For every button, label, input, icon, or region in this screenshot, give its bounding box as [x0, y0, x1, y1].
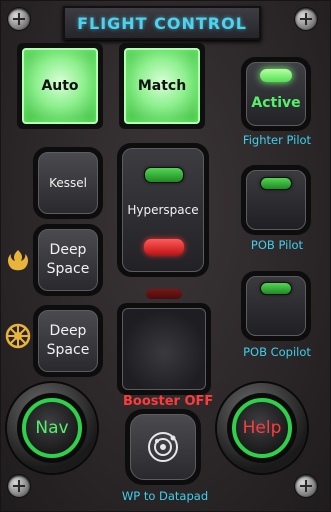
pob-copilot-label: POB Copilot — [243, 345, 311, 359]
help-label: Help — [242, 418, 282, 438]
help-button[interactable]: Help — [217, 383, 307, 473]
booster-button[interactable] — [117, 303, 211, 395]
match-button[interactable]: Match — [119, 43, 205, 129]
help-button-face: Help — [232, 398, 292, 458]
nav-label: Nav — [35, 418, 69, 438]
deep-space-empire-label-line2: Space — [46, 342, 90, 358]
screw-bottom-left-icon — [8, 475, 30, 497]
flight-control-panel: FLIGHT CONTROL Auto Match Active Fighter… — [0, 0, 331, 512]
match-button-face: Match — [124, 48, 200, 124]
match-button-label: Match — [137, 78, 187, 94]
panel-title: FLIGHT CONTROL — [77, 13, 247, 33]
title-bar: FLIGHT CONTROL — [63, 6, 261, 40]
deep-space-empire-label-line1: Deep — [49, 323, 87, 339]
screw-top-left-icon — [8, 8, 30, 30]
pob-copilot-indicator — [260, 282, 292, 295]
auto-button[interactable]: Auto — [17, 43, 103, 129]
deep-space-empire-button[interactable]: Deep Space — [33, 305, 103, 377]
booster-button-face — [122, 308, 206, 390]
orbit-datapad-icon — [148, 432, 178, 462]
wp-to-datapad-label: WP to Datapad — [121, 489, 209, 503]
kessel-button[interactable]: Kessel — [33, 147, 103, 219]
hyperspace-button[interactable]: Hyperspace — [117, 143, 209, 277]
active-label: Active — [251, 95, 301, 111]
deep-space-rebel-label-line1: Deep — [49, 242, 87, 258]
deep-space-empire-button-face: Deep Space — [38, 310, 98, 372]
pob-pilot-button[interactable] — [241, 165, 311, 235]
deep-space-rebel-button[interactable]: Deep Space — [33, 224, 103, 296]
pob-pilot-indicator — [260, 177, 292, 190]
deep-space-rebel-button-face: Deep Space — [38, 229, 98, 291]
hyperspace-label: Hyperspace — [127, 202, 199, 217]
fighter-pilot-label: Fighter Pilot — [242, 133, 312, 147]
kessel-button-face: Kessel — [38, 152, 98, 214]
booster-status-label: Booster OFF — [123, 394, 214, 409]
kessel-label: Kessel — [49, 175, 87, 190]
wp-to-datapad-button-face — [130, 414, 196, 480]
deep-space-rebel-label-line2: Space — [46, 261, 90, 277]
nav-button[interactable]: Nav — [7, 383, 97, 473]
nav-button-face: Nav — [22, 398, 82, 458]
hyperspace-green-indicator — [144, 167, 184, 183]
booster-indicator — [146, 289, 182, 299]
galactic-empire-icon — [5, 323, 31, 349]
auto-button-label: Auto — [41, 78, 79, 94]
fighter-pilot-indicator — [260, 69, 292, 82]
pob-pilot-label: POB Pilot — [250, 238, 304, 252]
screw-bottom-right-icon — [295, 475, 317, 497]
auto-button-face: Auto — [22, 48, 98, 124]
wp-to-datapad-button[interactable] — [125, 409, 201, 485]
hyperspace-red-indicator — [144, 239, 184, 255]
screw-top-right-icon — [295, 8, 317, 30]
rebel-alliance-icon — [8, 250, 28, 271]
